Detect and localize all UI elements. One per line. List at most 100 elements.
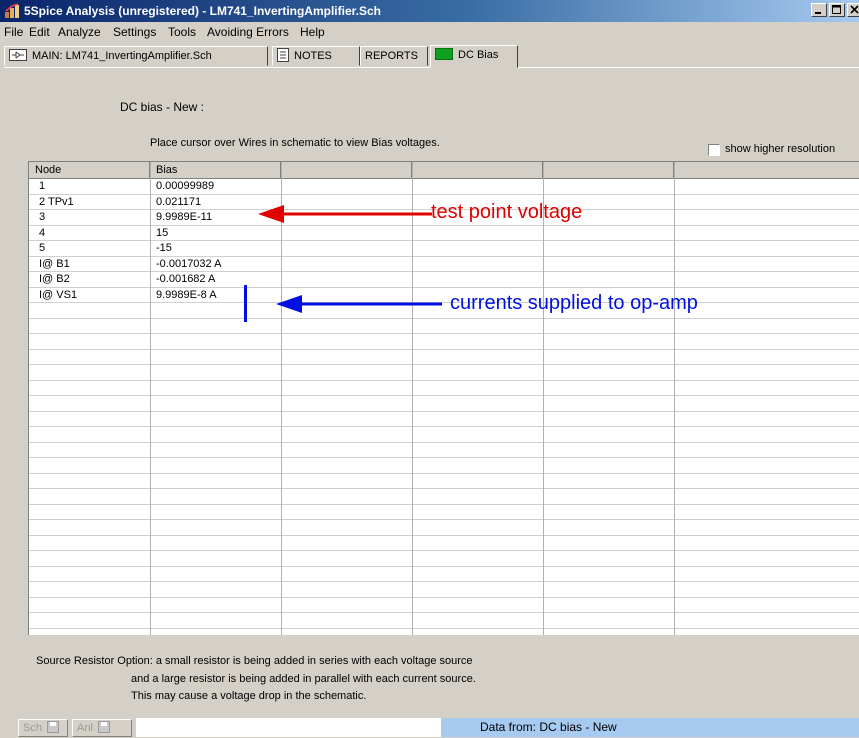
row-gridline bbox=[29, 441, 859, 443]
menu-edit[interactable]: Edit bbox=[29, 22, 50, 42]
row-gridline bbox=[29, 395, 859, 396]
row-gridline bbox=[29, 348, 859, 350]
column-gridline bbox=[543, 162, 544, 635]
resolution-checkbox[interactable] bbox=[708, 144, 720, 156]
table-cell-bias[interactable]: -0.0017032 A bbox=[156, 257, 221, 272]
tab-strip: MAIN: LM741_InvertingAmplifier.Sch NOTES… bbox=[4, 45, 859, 68]
row-gridline bbox=[29, 472, 859, 474]
menu-settings[interactable]: Settings bbox=[113, 22, 156, 42]
table-cell-node[interactable]: 5 bbox=[39, 241, 45, 256]
row-gridline bbox=[29, 410, 859, 412]
title-bar[interactable]: 5Spice Analysis (unregistered) - LM741_I… bbox=[0, 0, 859, 22]
table-cell-bias[interactable]: -0.001682 A bbox=[156, 272, 215, 287]
annotation-test-point: test point voltage bbox=[431, 201, 583, 223]
row-gridline bbox=[29, 457, 859, 458]
instruction-text: Place cursor over Wires in schematic to … bbox=[150, 137, 440, 149]
row-gridline bbox=[29, 581, 859, 582]
resolution-checkbox-label[interactable]: show higher resolution bbox=[725, 143, 835, 155]
column-gridline bbox=[150, 162, 151, 635]
maximize-button[interactable] bbox=[829, 3, 845, 17]
blue-bracket-line bbox=[244, 285, 247, 322]
column-header-bias[interactable]: Bias bbox=[150, 162, 281, 178]
tab-notes-label: NOTES bbox=[294, 50, 332, 62]
menu-bar: File Edit Analyze Settings Tools Avoidin… bbox=[0, 22, 859, 42]
status-field bbox=[136, 718, 441, 737]
green-panel-icon bbox=[435, 48, 453, 61]
table-cell-node[interactable]: I@ VS1 bbox=[39, 288, 77, 303]
tab-main-label: MAIN: LM741_InvertingAmplifier.Sch bbox=[32, 50, 212, 62]
row-gridline bbox=[29, 193, 859, 195]
red-arrow bbox=[258, 205, 432, 223]
app-window: 5Spice Analysis (unregistered) - LM741_I… bbox=[0, 0, 859, 738]
window-controls bbox=[809, 3, 859, 17]
table-cell-bias[interactable]: 9.9989E-8 A bbox=[156, 288, 217, 303]
column-header-blank-5[interactable] bbox=[543, 162, 674, 178]
analysis-name: DC bias - New : bbox=[120, 100, 205, 114]
row-gridline bbox=[29, 534, 859, 536]
app-icon bbox=[5, 3, 19, 18]
row-gridline bbox=[29, 503, 859, 505]
column-header-blank-4[interactable] bbox=[412, 162, 543, 178]
tab-dc-bias-label: DC Bias bbox=[458, 49, 499, 61]
column-gridline bbox=[281, 162, 282, 635]
menu-file[interactable]: File bbox=[4, 22, 23, 42]
row-gridline bbox=[29, 286, 859, 288]
column-header-blank-6[interactable] bbox=[674, 162, 859, 178]
table-cell-bias[interactable]: -15 bbox=[156, 241, 172, 256]
bias-table[interactable]: Node Bias 1 0.00099989 2 TPv1 0.021171 3 9.99… bbox=[28, 161, 859, 635]
menu-analyze[interactable]: Analyze bbox=[58, 22, 101, 42]
table-cell-node[interactable]: 1 bbox=[39, 179, 45, 194]
source-resistor-note-line1: Source Resistor Option: a small resistor… bbox=[36, 655, 473, 667]
row-gridline bbox=[29, 627, 859, 629]
table-cell-node[interactable]: 2 TPv1 bbox=[39, 195, 74, 210]
table-cell-bias[interactable]: 0.021171 bbox=[156, 195, 201, 210]
row-gridline bbox=[29, 240, 859, 241]
table-cell-node[interactable]: I@ B2 bbox=[39, 272, 70, 287]
data-source-field: Data from: DC bias - New bbox=[441, 718, 859, 737]
source-resistor-note-line3: This may cause a voltage drop in the sch… bbox=[131, 690, 367, 702]
close-icon bbox=[850, 5, 859, 14]
table-header: Node Bias bbox=[29, 162, 859, 179]
table-cell-node[interactable]: I@ B1 bbox=[39, 257, 70, 272]
table-cell-bias[interactable]: 0.00099989 bbox=[156, 179, 214, 194]
schematic-icon bbox=[9, 49, 27, 62]
column-gridline bbox=[674, 162, 675, 635]
source-resistor-note-line2: and a large resistor is being added in p… bbox=[131, 673, 476, 685]
sch-button[interactable]: Sch bbox=[18, 719, 68, 737]
table-cell-node[interactable]: 4 bbox=[39, 226, 45, 241]
tab-dc-bias[interactable]: DC Bias bbox=[430, 45, 518, 68]
close-button[interactable] bbox=[847, 3, 859, 17]
status-bar: Sch Anl Data from: DC bias - New bbox=[0, 716, 859, 738]
maximize-icon bbox=[832, 5, 841, 14]
column-header-blank-3[interactable] bbox=[281, 162, 412, 178]
row-gridline bbox=[29, 596, 859, 598]
menu-avoiding-errors[interactable]: Avoiding Errors bbox=[207, 22, 289, 42]
minimize-icon bbox=[815, 12, 821, 14]
blue-arrow bbox=[276, 295, 442, 313]
anl-button[interactable]: Anl bbox=[72, 719, 132, 737]
row-gridline bbox=[29, 255, 859, 257]
tab-reports[interactable]: REPORTS bbox=[360, 46, 428, 66]
row-gridline bbox=[29, 379, 859, 381]
table-cell-bias[interactable]: 9.9989E-11 bbox=[156, 210, 212, 225]
save-icon bbox=[97, 721, 110, 733]
row-gridline bbox=[29, 612, 859, 613]
menu-tools[interactable]: Tools bbox=[168, 22, 196, 42]
tab-main[interactable]: MAIN: LM741_InvertingAmplifier.Sch bbox=[4, 46, 268, 66]
row-gridline bbox=[29, 488, 859, 489]
notes-icon bbox=[277, 48, 289, 63]
anl-button-label: Anl bbox=[77, 722, 93, 734]
minimize-button[interactable] bbox=[811, 3, 827, 17]
row-gridline bbox=[29, 565, 859, 567]
data-from-text: Data from: DC bias - New bbox=[480, 720, 617, 734]
table-cell-node[interactable]: 3 bbox=[39, 210, 45, 225]
tab-notes[interactable]: NOTES bbox=[272, 46, 360, 66]
table-cell-bias[interactable]: 15 bbox=[156, 226, 168, 241]
row-gridline bbox=[29, 426, 859, 427]
menu-help[interactable]: Help bbox=[300, 22, 325, 42]
row-gridline bbox=[29, 271, 859, 272]
row-gridline bbox=[29, 333, 859, 334]
column-header-node[interactable]: Node bbox=[29, 162, 150, 178]
sch-button-label: Sch bbox=[23, 722, 42, 734]
annotation-currents: currents supplied to op-amp bbox=[450, 292, 698, 314]
